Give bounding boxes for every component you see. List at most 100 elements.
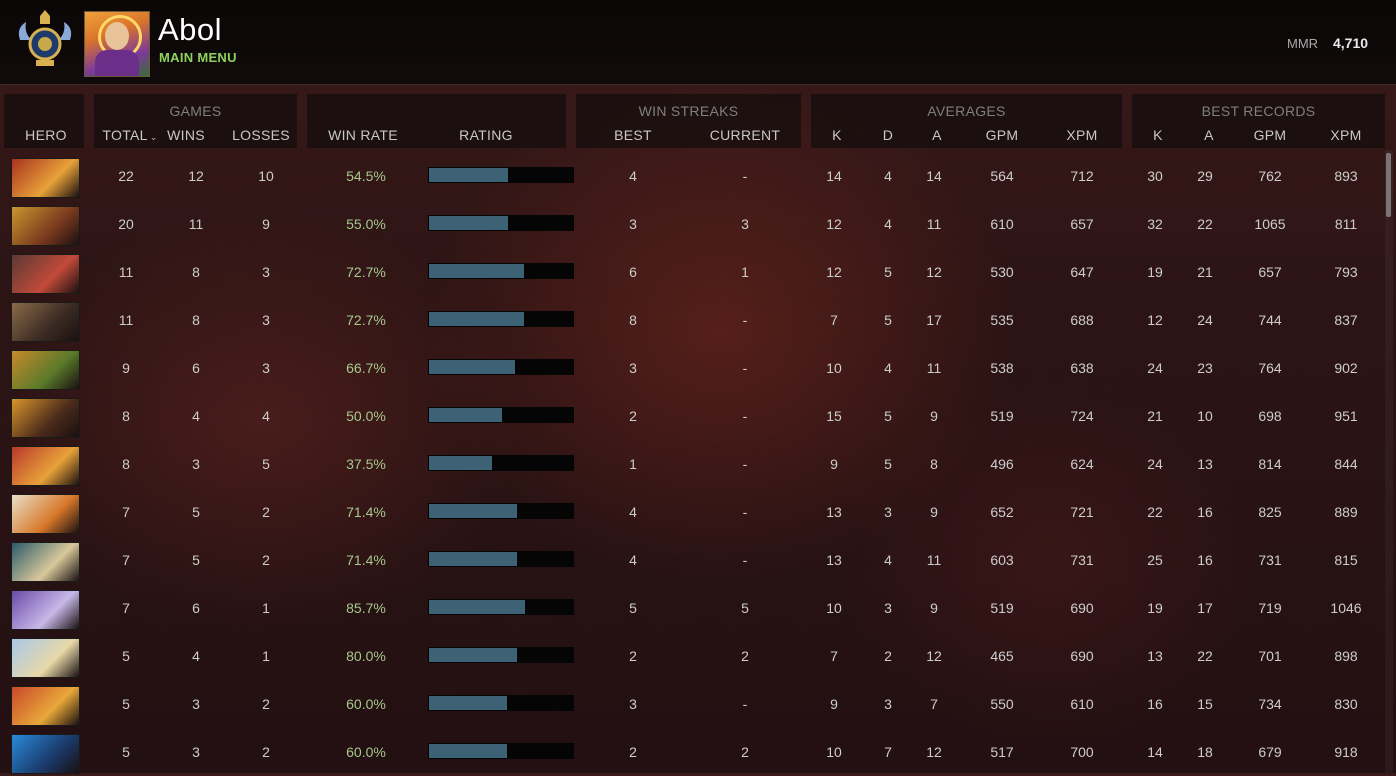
hero-stats-row[interactable]: 5 3 2 60.0% 3 - 9 3 7 550 610 16 15 734 …: [0, 680, 1385, 728]
sand-king-portrait-icon[interactable]: [11, 398, 80, 438]
col-best-a[interactable]: A: [1194, 127, 1224, 143]
main-menu-link[interactable]: MAIN MENU: [159, 50, 237, 65]
cell-win-rate: 85.7%: [346, 600, 386, 616]
cell-best-xpm: 902: [1334, 360, 1358, 376]
cell-avg-d: 5: [884, 456, 892, 472]
hero-stats-row[interactable]: 11 8 3 72.7% 8 - 7 5 17 535 688 12 24 74…: [0, 296, 1385, 344]
cell-avg-d: 5: [884, 264, 892, 280]
hero-stats-row[interactable]: 5 3 2 60.0% 2 2 10 7 12 517 700 14 18 67…: [0, 728, 1385, 776]
group-win-streaks-label: WIN STREAKS: [638, 103, 739, 119]
col-best-k[interactable]: K: [1143, 127, 1173, 143]
cell-streak-best: 3: [629, 696, 637, 712]
cell-best-a: 18: [1197, 744, 1213, 760]
cell-losses: 10: [258, 168, 274, 184]
cell-streak-current: 2: [741, 648, 749, 664]
cell-best-gpm: 731: [1258, 552, 1282, 568]
col-avg-gpm[interactable]: GPM: [980, 127, 1024, 143]
hero-stats-row[interactable]: 8 3 5 37.5% 1 - 9 5 8 496 624 24 13 814 …: [0, 440, 1385, 488]
hero-stats-row[interactable]: 20 11 9 55.0% 3 3 12 4 11 610 657 32 22 …: [0, 200, 1385, 248]
cell-best-a: 23: [1197, 360, 1213, 376]
col-avg-xpm[interactable]: XPM: [1060, 127, 1104, 143]
legion-commander-portrait-icon[interactable]: [11, 446, 80, 486]
scrollbar-thumb[interactable]: [1386, 153, 1391, 217]
rating-bar: [428, 359, 574, 375]
hero-stats-row[interactable]: 5 4 1 80.0% 2 2 7 2 12 465 690 13 22 701…: [0, 632, 1385, 680]
col-hero[interactable]: HERO: [6, 127, 86, 143]
dragon-knight-portrait-icon[interactable]: [11, 158, 80, 198]
col-losses[interactable]: LOSSES: [229, 127, 293, 143]
hero-stats-row[interactable]: 8 4 4 50.0% 2 - 15 5 9 519 724 21 10 698…: [0, 392, 1385, 440]
cell-best-a: 22: [1197, 648, 1213, 664]
cell-streak-best: 3: [629, 216, 637, 232]
hero-stats-row[interactable]: 22 12 10 54.5% 4 - 14 4 14 564 712 30 29…: [0, 152, 1385, 200]
rank-medal-icon: [18, 10, 72, 66]
group-games-label: GAMES: [169, 103, 222, 119]
rating-bar: [428, 551, 574, 567]
cell-losses: 2: [262, 504, 270, 520]
rating-bar-fill: [429, 744, 507, 758]
hero-stats-row[interactable]: 11 8 3 72.7% 6 1 12 5 12 530 647 19 21 6…: [0, 248, 1385, 296]
crystal-maiden-portrait-icon[interactable]: [11, 638, 80, 678]
cell-avg-k: 9: [830, 456, 838, 472]
cell-best-k: 14: [1147, 744, 1163, 760]
rating-bar: [428, 263, 574, 279]
axe-portrait-icon[interactable]: [11, 254, 80, 294]
faceless-void-portrait-icon[interactable]: [11, 590, 80, 630]
hero-stats-row[interactable]: 9 6 3 66.7% 3 - 10 4 11 538 638 24 23 76…: [0, 344, 1385, 392]
col-wins[interactable]: WINS: [160, 127, 212, 143]
monkey-king-portrait-icon[interactable]: [11, 350, 80, 390]
cell-avg-xpm: 690: [1070, 648, 1094, 664]
cell-streak-best: 2: [629, 744, 637, 760]
cell-wins: 8: [192, 312, 200, 328]
slardar-portrait-icon[interactable]: [11, 542, 80, 582]
col-win-rate[interactable]: WIN RATE: [320, 127, 406, 143]
cell-avg-d: 2: [884, 648, 892, 664]
col-best-xpm[interactable]: XPM: [1324, 127, 1368, 143]
col-avg-k[interactable]: K: [822, 127, 852, 143]
cell-best-xpm: 837: [1334, 312, 1358, 328]
hero-stats-row[interactable]: 7 5 2 71.4% 4 - 13 3 9 652 721 22 16 825…: [0, 488, 1385, 536]
mars-portrait-icon[interactable]: [11, 494, 80, 534]
cell-best-gpm: 698: [1258, 408, 1282, 424]
cell-wins: 3: [192, 744, 200, 760]
player-avatar[interactable]: [84, 11, 150, 77]
group-averages-label: AVERAGES: [927, 103, 1006, 119]
rating-bar-fill: [429, 552, 517, 566]
ember-spirit-portrait-icon[interactable]: [11, 686, 80, 726]
rating-bar-fill: [429, 168, 508, 182]
cell-avg-a: 9: [930, 600, 938, 616]
cell-best-k: 12: [1147, 312, 1163, 328]
col-current[interactable]: CURRENT: [700, 127, 790, 143]
cell-avg-a: 17: [926, 312, 942, 328]
col-best-gpm[interactable]: GPM: [1248, 127, 1292, 143]
bounty-hunter-portrait-icon[interactable]: [11, 206, 80, 246]
beastmaster-portrait-icon[interactable]: [11, 302, 80, 342]
col-avg-d[interactable]: D: [873, 127, 903, 143]
cell-avg-d: 7: [884, 744, 892, 760]
hero-stats-row[interactable]: 7 5 2 71.4% 4 - 13 4 11 603 731 25 16 73…: [0, 536, 1385, 584]
col-best[interactable]: BEST: [604, 127, 662, 143]
cell-wins: 4: [192, 648, 200, 664]
morphling-portrait-icon[interactable]: [11, 734, 80, 774]
mmr-label: MMR: [1287, 36, 1319, 51]
cell-streak-best: 4: [629, 504, 637, 520]
cell-losses: 3: [262, 312, 270, 328]
col-avg-a[interactable]: A: [922, 127, 952, 143]
cell-wins: 11: [188, 216, 204, 232]
sort-chevron-down-icon: ⌄: [149, 132, 158, 142]
cell-best-xpm: 793: [1334, 264, 1358, 280]
cell-best-k: 19: [1147, 600, 1163, 616]
cell-best-xpm: 889: [1334, 504, 1358, 520]
cell-streak-current: -: [742, 360, 748, 376]
cell-avg-xpm: 624: [1070, 456, 1094, 472]
scrollbar-track[interactable]: [1385, 150, 1393, 773]
cell-best-k: 13: [1147, 648, 1163, 664]
cell-best-a: 16: [1197, 504, 1213, 520]
hero-stats-row[interactable]: 7 6 1 85.7% 5 5 10 3 9 519 690 19 17 719…: [0, 584, 1385, 632]
col-rating[interactable]: RATING: [440, 127, 532, 143]
cell-streak-current: -: [742, 504, 748, 520]
cell-best-xpm: 918: [1334, 744, 1358, 760]
col-total[interactable]: TOTAL ⌄: [96, 127, 164, 143]
rating-bar-fill: [429, 312, 524, 326]
cell-avg-d: 4: [884, 552, 892, 568]
